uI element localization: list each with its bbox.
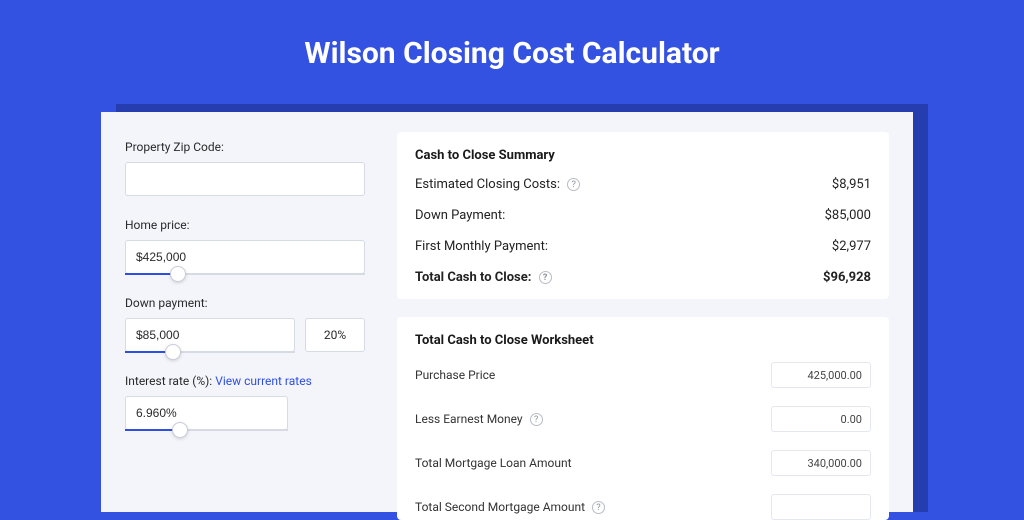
page-title: Wilson Closing Cost Calculator (0, 0, 1024, 95)
summary-value: $2,977 (832, 239, 871, 254)
home-price-label: Home price: (125, 218, 365, 232)
summary-title: Cash to Close Summary (415, 148, 871, 163)
summary-panel: Cash to Close Summary Estimated Closing … (397, 132, 889, 299)
interest-label-text: Interest rate (%): (125, 374, 212, 388)
home-price-field-group: Home price: (125, 218, 365, 274)
summary-value: $85,000 (825, 208, 871, 223)
worksheet-label: Total Mortgage Loan Amount (415, 456, 572, 470)
help-icon[interactable]: ? (592, 501, 605, 514)
interest-slider[interactable] (125, 396, 288, 430)
worksheet-value[interactable]: 0.00 (771, 406, 871, 432)
summary-total-label: Total Cash to Close: (415, 270, 531, 285)
summary-row: Estimated Closing Costs: ? $8,951 (415, 177, 871, 192)
worksheet-panel: Total Cash to Close Worksheet Purchase P… (397, 317, 889, 520)
worksheet-label: Purchase Price (415, 368, 495, 382)
zip-input[interactable] (125, 162, 365, 196)
down-payment-input[interactable] (125, 318, 295, 352)
summary-label: Down Payment: (415, 208, 505, 223)
worksheet-label: Less Earnest Money (415, 412, 523, 426)
interest-label: Interest rate (%): View current rates (125, 374, 365, 388)
summary-label: Estimated Closing Costs: (415, 177, 560, 192)
help-icon[interactable]: ? (530, 413, 543, 426)
worksheet-row: Total Second Mortgage Amount ? (415, 494, 871, 520)
worksheet-row: Less Earnest Money ? 0.00 (415, 406, 871, 432)
worksheet-row: Purchase Price 425,000.00 (415, 362, 871, 388)
worksheet-value[interactable] (771, 494, 871, 520)
zip-field-group: Property Zip Code: (125, 140, 365, 196)
calculator-card: Property Zip Code: Home price: Down paym… (101, 112, 913, 512)
down-payment-slider[interactable] (125, 318, 295, 352)
worksheet-title: Total Cash to Close Worksheet (415, 333, 871, 348)
slider-thumb[interactable] (172, 422, 188, 438)
summary-total-value: $96,928 (823, 270, 871, 285)
slider-thumb[interactable] (170, 266, 186, 282)
help-icon[interactable]: ? (539, 271, 552, 284)
down-payment-percent[interactable]: 20% (305, 318, 365, 352)
worksheet-value[interactable]: 425,000.00 (771, 362, 871, 388)
interest-input[interactable] (125, 396, 288, 430)
summary-row: Down Payment: $85,000 (415, 208, 871, 223)
summary-value: $8,951 (832, 177, 871, 192)
worksheet-row: Total Mortgage Loan Amount 340,000.00 (415, 450, 871, 476)
home-price-input[interactable] (125, 240, 365, 274)
worksheet-value[interactable]: 340,000.00 (771, 450, 871, 476)
help-icon[interactable]: ? (567, 178, 580, 191)
home-price-slider[interactable] (125, 240, 365, 274)
view-rates-link[interactable]: View current rates (215, 374, 312, 388)
slider-thumb[interactable] (165, 344, 181, 360)
inputs-column: Property Zip Code: Home price: Down paym… (101, 112, 389, 512)
summary-row: First Monthly Payment: $2,977 (415, 239, 871, 254)
interest-field-group: Interest rate (%): View current rates (125, 374, 365, 430)
results-column: Cash to Close Summary Estimated Closing … (389, 112, 913, 512)
down-payment-label: Down payment: (125, 296, 365, 310)
summary-label: First Monthly Payment: (415, 239, 548, 254)
summary-total-row: Total Cash to Close: ? $96,928 (415, 270, 871, 285)
zip-label: Property Zip Code: (125, 140, 365, 154)
down-payment-field-group: Down payment: 20% (125, 296, 365, 352)
